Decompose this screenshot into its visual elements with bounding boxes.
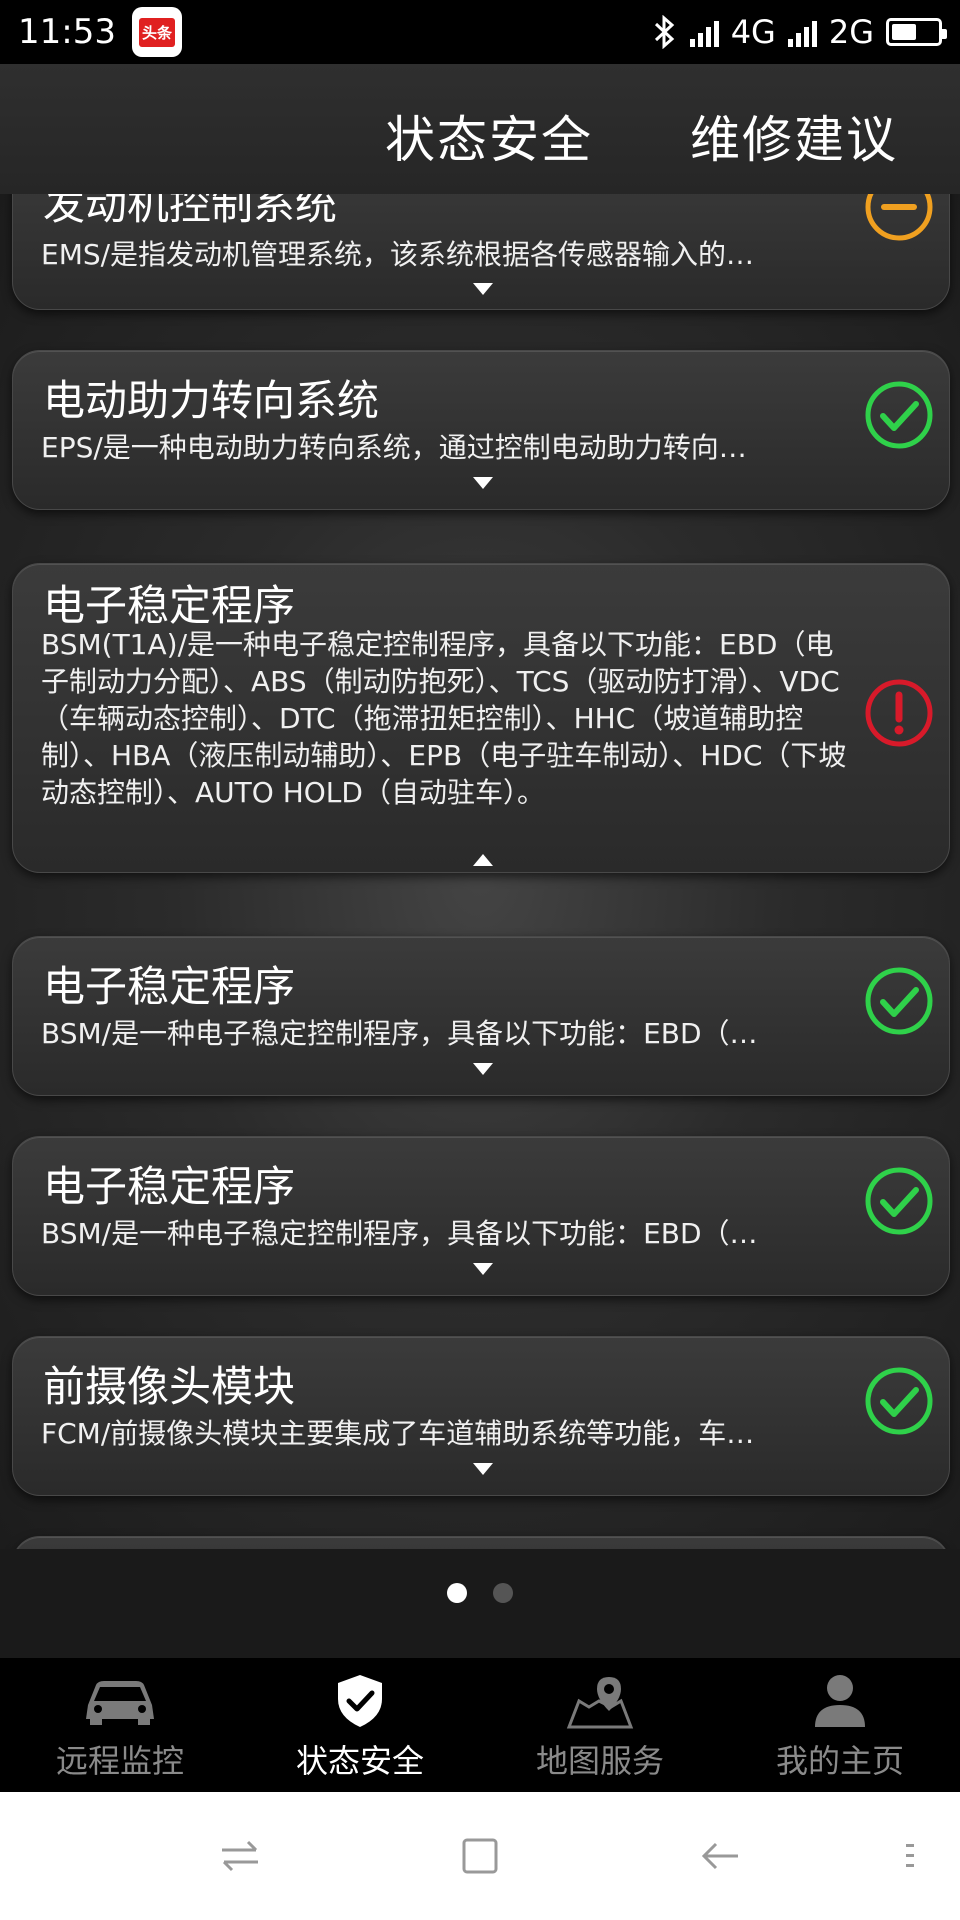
network-type-2: 2G	[828, 13, 874, 51]
menu-icon[interactable]	[886, 1832, 934, 1880]
card-title: 前摄像头模块	[43, 1362, 296, 1411]
card-description: EPS/是一种电动助力转向系统，通过控制电动助力转向…	[41, 431, 747, 464]
recent-apps-icon[interactable]	[216, 1832, 264, 1880]
card-title: 电子稳定程序	[43, 1162, 296, 1211]
shield-check-icon	[320, 1672, 400, 1730]
expand-icon[interactable]	[473, 477, 493, 489]
card-description: FCM/前摄像头模块主要集成了车道辅助系统等功能，车…	[41, 1417, 755, 1450]
card-description: BSM(T1A)/是一种电子稳定控制程序，具备以下功能：EBD（电子制动力分配）…	[41, 628, 847, 809]
system-card-next[interactable]	[12, 1536, 950, 1549]
card-title: 发动机控制系统	[43, 194, 338, 229]
page-indicator	[0, 1583, 960, 1603]
expand-icon[interactable]	[473, 1063, 493, 1075]
page-dot-2[interactable]	[493, 1583, 513, 1603]
check-circle-icon	[865, 967, 933, 1035]
system-card-ems[interactable]: 发动机控制系统 EMS/是指发动机管理系统，该系统根据各传感器输入的…	[12, 194, 950, 310]
nav-label: 远程监控	[55, 1742, 184, 1780]
nav-label: 地图服务	[535, 1742, 664, 1780]
card-title: 电子稳定程序	[43, 962, 296, 1011]
system-card-fcm[interactable]: 前摄像头模块 FCM/前摄像头模块主要集成了车道辅助系统等功能，车…	[12, 1336, 950, 1496]
card-description: EMS/是指发动机管理系统，该系统根据各传感器输入的…	[41, 238, 755, 271]
status-bar: 11:53 头条 4G 2G	[0, 0, 960, 64]
card-description: BSM/是一种电子稳定控制程序，具备以下功能：EBD（…	[41, 1017, 758, 1050]
card-title: 电子稳定程序	[43, 581, 296, 630]
exclamation-circle-icon	[865, 679, 933, 747]
system-card-bsm-2[interactable]: 电子稳定程序 BSM/是一种电子稳定控制程序，具备以下功能：EBD（…	[12, 1136, 950, 1296]
nav-status-safety[interactable]: 状态安全	[240, 1658, 480, 1792]
battery-icon	[886, 18, 947, 46]
check-circle-icon	[865, 381, 933, 449]
system-card-eps[interactable]: 电动助力转向系统 EPS/是一种电动助力转向系统，通过控制电动助力转向…	[12, 350, 950, 510]
bluetooth-icon	[654, 15, 674, 49]
system-card-esp-expanded[interactable]: 电子稳定程序 BSM(T1A)/是一种电子稳定控制程序，具备以下功能：EBD（电…	[12, 563, 950, 873]
tab-status-safety[interactable]: 状态安全	[385, 100, 593, 172]
system-status-list[interactable]: 发动机控制系统 EMS/是指发动机管理系统，该系统根据各传感器输入的… 电动助力…	[0, 194, 960, 1549]
car-icon	[80, 1672, 160, 1730]
check-circle-icon	[865, 1367, 933, 1435]
back-icon[interactable]	[696, 1832, 744, 1880]
system-navigation-bar	[0, 1792, 960, 1920]
tab-repair-advice[interactable]: 维修建议	[690, 100, 898, 172]
signal-strength-icon-2	[787, 17, 817, 47]
news-app-notification-icon: 头条	[131, 7, 182, 57]
top-tab-bar: 状态安全 维修建议	[0, 64, 960, 194]
clock: 11:53	[18, 12, 116, 52]
signal-strength-icon	[689, 17, 719, 47]
nav-label: 我的主页	[775, 1742, 904, 1780]
page-dot-1[interactable]	[447, 1583, 467, 1603]
expand-icon[interactable]	[473, 1263, 493, 1275]
nav-map-service[interactable]: 地图服务	[480, 1658, 720, 1792]
nav-label: 状态安全	[295, 1742, 424, 1780]
bottom-navigation: 远程监控 状态安全 地图服务 我的主页	[0, 1658, 960, 1792]
expand-icon[interactable]	[473, 1463, 493, 1475]
network-type-1: 4G	[730, 13, 776, 51]
minus-circle-icon	[865, 194, 933, 241]
collapse-icon[interactable]	[473, 854, 493, 866]
user-icon	[800, 1672, 880, 1730]
card-description: BSM/是一种电子稳定控制程序，具备以下功能：EBD（…	[41, 1217, 758, 1250]
card-title: 电动助力转向系统	[43, 376, 380, 425]
map-pin-icon	[560, 1672, 640, 1730]
nav-my-home[interactable]: 我的主页	[720, 1658, 960, 1792]
status-indicators: 4G 2G	[652, 13, 947, 51]
home-icon[interactable]	[456, 1832, 504, 1880]
nav-remote-monitor[interactable]: 远程监控	[0, 1658, 240, 1792]
check-circle-icon	[865, 1167, 933, 1235]
system-card-bsm-1[interactable]: 电子稳定程序 BSM/是一种电子稳定控制程序，具备以下功能：EBD（…	[12, 936, 950, 1096]
expand-icon[interactable]	[473, 283, 493, 295]
